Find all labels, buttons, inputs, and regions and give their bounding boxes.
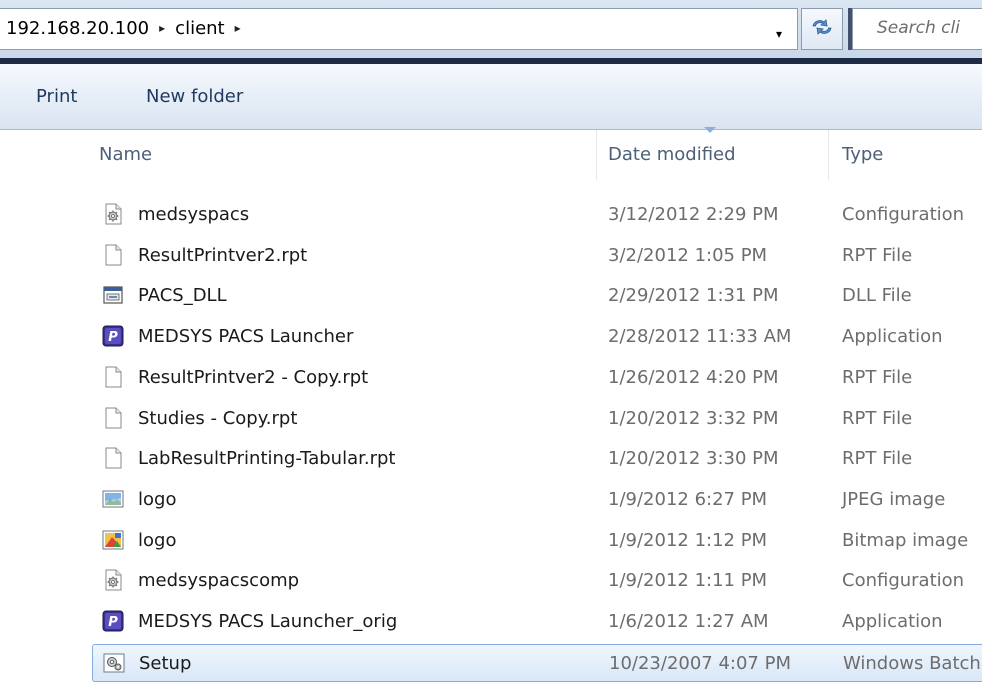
table-row[interactable]: PACS_DLL 2/29/2012 1:31 PM DLL File bbox=[92, 277, 982, 315]
refresh-button[interactable] bbox=[801, 8, 843, 50]
svg-text:P: P bbox=[108, 330, 118, 345]
explorer-window: 192.168.20.100 ▸ client ▸ ▾ Print New folde… bbox=[0, 0, 982, 682]
search-input[interactable] bbox=[877, 18, 982, 38]
file-name: MEDSYS PACS Launcher_orig bbox=[138, 611, 398, 632]
file-name: logo bbox=[138, 489, 177, 510]
file-name: ResultPrintver2.rpt bbox=[138, 245, 308, 266]
app-p-icon: P bbox=[102, 325, 124, 347]
breadcrumb-separator-icon[interactable]: ▸ bbox=[159, 21, 165, 35]
file-type: DLL File bbox=[842, 285, 912, 306]
file-name: Setup bbox=[139, 653, 192, 674]
table-row[interactable]: logo 1/9/2012 6:27 PM JPEG image bbox=[92, 481, 982, 519]
table-row[interactable]: medsyspacscomp 1/9/2012 1:11 PM Configurat… bbox=[92, 562, 982, 600]
column-header-row: Name Date modified Type bbox=[90, 127, 982, 180]
file-name: logo bbox=[138, 530, 177, 551]
breadcrumb-item-host[interactable]: 192.168.20.100 bbox=[6, 18, 149, 39]
file-type: JPEG image bbox=[842, 489, 946, 510]
file-date-modified: 10/23/2007 4:07 PM bbox=[609, 653, 791, 674]
file-type: Configuration bbox=[842, 570, 965, 591]
new-folder-button[interactable]: New folder bbox=[146, 86, 243, 107]
jpeg-image-icon bbox=[102, 488, 124, 510]
column-header-type[interactable]: Type bbox=[842, 144, 883, 165]
file-type: Configuration bbox=[842, 204, 965, 225]
file-date-modified: 1/20/2012 3:32 PM bbox=[608, 408, 779, 429]
column-header-name[interactable]: Name bbox=[99, 144, 152, 165]
file-name: medsyspacscomp bbox=[138, 570, 300, 591]
sort-indicator-icon bbox=[704, 127, 716, 133]
address-field[interactable]: 192.168.20.100 ▸ client ▸ ▾ bbox=[0, 8, 798, 50]
file-date-modified: 1/9/2012 6:27 PM bbox=[608, 489, 768, 510]
file-type: Application bbox=[842, 611, 943, 632]
file-date-modified: 1/6/2012 1:27 AM bbox=[608, 611, 769, 632]
file-list: Name Date modified Type medsyspacs 3/12/2… bbox=[0, 127, 982, 682]
file-type: RPT File bbox=[842, 448, 913, 469]
breadcrumb-separator-icon[interactable]: ▸ bbox=[235, 21, 241, 35]
table-row[interactable]: Setup 10/23/2007 4:07 PM Windows Batch Fil… bbox=[92, 644, 982, 682]
file-date-modified: 1/26/2012 4:20 PM bbox=[608, 367, 779, 388]
file-type: Bitmap image bbox=[842, 530, 969, 551]
column-divider[interactable] bbox=[596, 130, 597, 180]
print-button[interactable]: Print bbox=[36, 86, 77, 107]
file-name: ResultPrintver2 - Copy.rpt bbox=[138, 367, 369, 388]
file-type: RPT File bbox=[842, 408, 913, 429]
table-row[interactable]: ResultPrintver2 - Copy.rpt 1/26/2012 4:20… bbox=[92, 359, 982, 397]
file-date-modified: 2/29/2012 1:31 PM bbox=[608, 285, 779, 306]
batch-file-icon bbox=[103, 652, 125, 674]
breadcrumb-item-client[interactable]: client bbox=[175, 18, 224, 39]
file-date-modified: 3/2/2012 1:05 PM bbox=[608, 245, 768, 266]
bitmap-image-icon bbox=[102, 529, 124, 551]
file-type: Windows Batch File bbox=[843, 653, 982, 674]
blank-file-icon bbox=[102, 447, 124, 469]
file-name: MEDSYS PACS Launcher bbox=[138, 326, 354, 347]
file-date-modified: 1/9/2012 1:12 PM bbox=[608, 530, 768, 551]
blank-file-icon bbox=[102, 244, 124, 266]
file-name: medsyspacs bbox=[138, 204, 250, 225]
table-row[interactable]: LabResultPrinting-Tabular.rpt 1/20/2012 3… bbox=[92, 440, 982, 478]
table-row[interactable]: medsyspacs 3/12/2012 2:29 PM Configuration bbox=[92, 196, 982, 234]
config-file-icon bbox=[102, 203, 124, 225]
table-row[interactable]: logo 1/9/2012 1:12 PM Bitmap image bbox=[92, 522, 982, 560]
file-type: RPT File bbox=[842, 245, 913, 266]
svg-text:P: P bbox=[108, 615, 118, 630]
app-p-icon: P bbox=[102, 610, 124, 632]
command-bar: Print New folder bbox=[0, 64, 982, 130]
file-name: PACS_DLL bbox=[138, 285, 227, 306]
table-row[interactable]: ResultPrintver2.rpt 3/2/2012 1:05 PM RPT F… bbox=[92, 237, 982, 275]
file-date-modified: 3/12/2012 2:29 PM bbox=[608, 204, 779, 225]
column-divider[interactable] bbox=[828, 130, 829, 180]
file-name: Studies - Copy.rpt bbox=[138, 408, 298, 429]
column-header-date-modified[interactable]: Date modified bbox=[608, 144, 736, 165]
config-file-icon bbox=[102, 569, 124, 591]
file-type: Application bbox=[842, 326, 943, 347]
file-date-modified: 1/9/2012 1:11 PM bbox=[608, 570, 768, 591]
blank-file-icon bbox=[102, 366, 124, 388]
refresh-icon bbox=[810, 17, 834, 41]
table-row[interactable]: Studies - Copy.rpt 1/20/2012 3:32 PM RPT F… bbox=[92, 400, 982, 438]
address-bar: 192.168.20.100 ▸ client ▸ ▾ bbox=[0, 0, 982, 58]
blank-file-icon bbox=[102, 407, 124, 429]
file-date-modified: 2/28/2012 11:33 AM bbox=[608, 326, 792, 347]
table-row[interactable]: P MEDSYS PACS Launcher_orig 1/6/2012 1:27… bbox=[92, 603, 982, 641]
address-dropdown-icon[interactable]: ▾ bbox=[776, 27, 782, 41]
file-date-modified: 1/20/2012 3:30 PM bbox=[608, 448, 779, 469]
search-box[interactable] bbox=[852, 8, 982, 50]
file-name: LabResultPrinting-Tabular.rpt bbox=[138, 448, 396, 469]
breadcrumb: 192.168.20.100 ▸ client ▸ bbox=[6, 18, 251, 39]
file-type: RPT File bbox=[842, 367, 913, 388]
table-row[interactable]: P MEDSYS PACS Launcher 2/28/2012 11:33 AM… bbox=[92, 318, 982, 356]
dll-file-icon bbox=[102, 284, 124, 306]
